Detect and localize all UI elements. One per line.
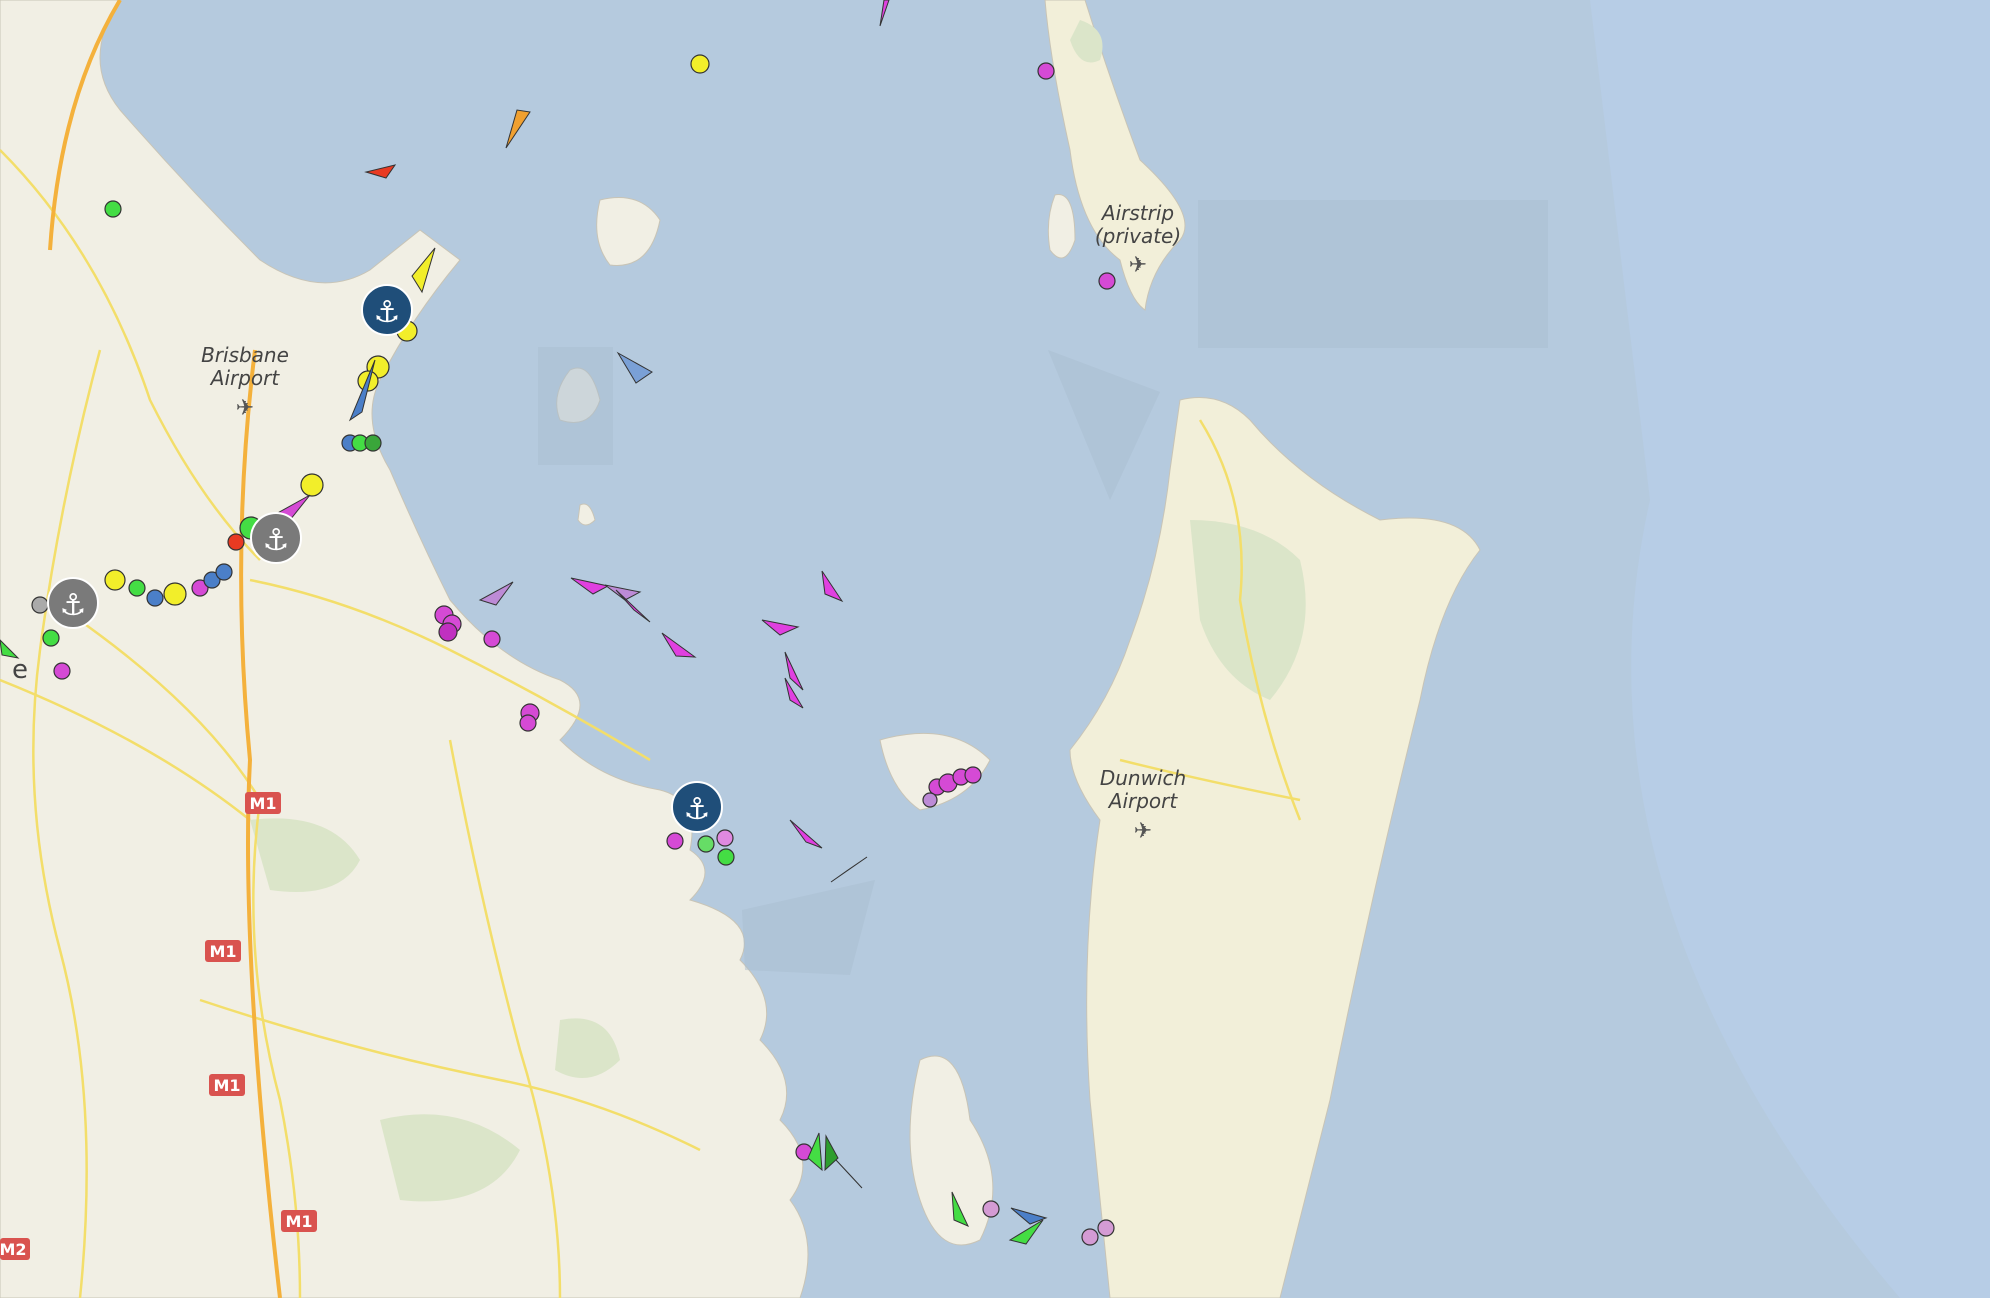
anchor-icon: ⚓: [684, 792, 711, 827]
vessel-dot-icon[interactable]: [717, 848, 735, 866]
anchor-icon: ⚓: [374, 295, 401, 330]
svg-text:M1: M1: [213, 1076, 240, 1095]
vessel-dot-icon[interactable]: [227, 533, 245, 551]
vessel-dot-icon[interactable]: [922, 792, 938, 808]
svg-text:M1: M1: [249, 794, 276, 813]
road-shield-m1: M1: [245, 792, 281, 814]
vessel-dot-icon[interactable]: [146, 589, 164, 607]
vessel-dot-icon[interactable]: [215, 563, 233, 581]
vessel-dot-icon[interactable]: [128, 579, 146, 597]
airport-label: Airstrip: [1100, 201, 1174, 225]
place-label-partial: e: [12, 655, 28, 685]
vessel-dot-icon[interactable]: [666, 832, 684, 850]
vessel-dot-icon[interactable]: [104, 569, 126, 591]
airport-label: (private): [1095, 224, 1181, 248]
vessel-dot-icon[interactable]: [982, 1200, 1000, 1218]
svg-text:M1: M1: [285, 1212, 312, 1231]
svg-text:M1: M1: [209, 942, 236, 961]
vessel-dot-icon[interactable]: [964, 766, 982, 784]
airport-label: Airport: [1107, 789, 1179, 813]
vessel-dot-icon[interactable]: [42, 629, 60, 647]
anchorage-marker[interactable]: ⚓: [361, 284, 413, 336]
anchorage-marker[interactable]: ⚓: [671, 781, 723, 833]
vessel-dot-icon[interactable]: [1081, 1228, 1099, 1246]
road-shield-m1: M1: [205, 940, 241, 962]
vessel-dot-icon[interactable]: [697, 835, 715, 853]
anchorage-marker[interactable]: ⚓: [47, 577, 99, 629]
restricted-zone: [1198, 200, 1548, 348]
vessel-dot-icon[interactable]: [1037, 62, 1055, 80]
map-canvas[interactable]: Brisbane Airport ✈ Airstrip (private) ✈ …: [0, 0, 1990, 1298]
airport-label: Brisbane: [201, 343, 289, 367]
vessel-dot-icon[interactable]: [31, 596, 49, 614]
svg-text:M2: M2: [0, 1240, 27, 1259]
vessel-dot-icon[interactable]: [300, 473, 324, 497]
anchor-icon: ⚓: [263, 523, 290, 558]
vessel-dot-icon[interactable]: [716, 829, 734, 847]
road-shield-m1: M1: [209, 1074, 245, 1096]
anchor-icon: ⚓: [60, 588, 87, 623]
anchorage-marker[interactable]: ⚓: [250, 512, 302, 564]
vessel-dot-icon[interactable]: [1098, 272, 1116, 290]
vessel-dot-icon[interactable]: [690, 54, 710, 74]
airport-plane-icon: ✈: [236, 396, 254, 421]
vessel-dot-icon[interactable]: [1097, 1219, 1115, 1237]
vessel-dot-icon[interactable]: [163, 582, 187, 606]
restricted-zone: [538, 347, 613, 465]
road-shield-m1: M1: [281, 1210, 317, 1232]
vessel-dot-icon[interactable]: [438, 622, 458, 642]
airport-label: Airport: [209, 366, 281, 390]
airport-plane-icon: ✈: [1129, 253, 1147, 278]
vessel-dot-icon[interactable]: [364, 434, 382, 452]
airport-label: Dunwich: [1100, 766, 1186, 790]
vessel-dot-icon[interactable]: [483, 630, 501, 648]
airport-plane-icon: ✈: [1134, 819, 1152, 844]
vessel-dot-icon[interactable]: [519, 714, 537, 732]
vessel-dot-icon[interactable]: [53, 662, 71, 680]
vessel-dot-icon[interactable]: [104, 200, 122, 218]
road-shield-m2: M2: [0, 1238, 30, 1260]
